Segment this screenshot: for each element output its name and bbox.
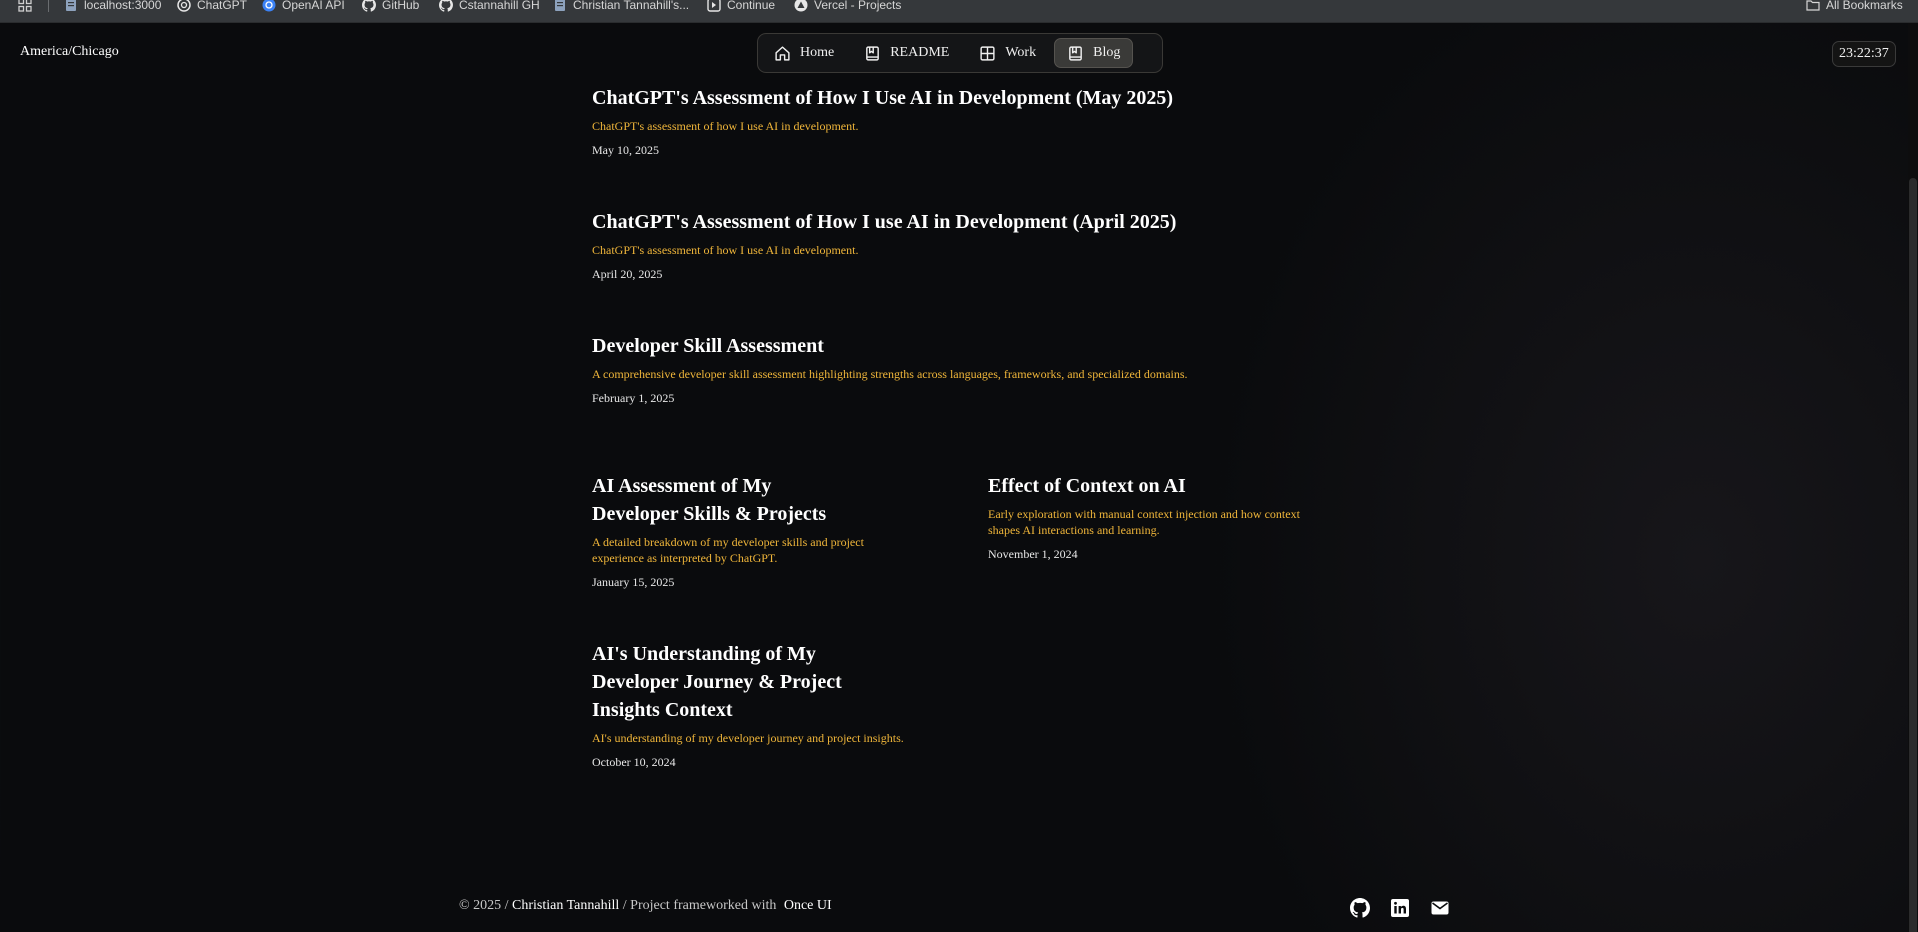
github-icon <box>439 0 453 12</box>
blog-post-card[interactable]: AI's Understanding of My Developer Journ… <box>592 640 912 770</box>
bookmark-label: GitHub <box>382 0 420 12</box>
blog-post-card[interactable]: Effect of Context on AI Early exploratio… <box>988 472 1308 562</box>
page-icon <box>64 0 78 12</box>
post-description: ChatGPT's assessment of how I use AI in … <box>592 243 859 257</box>
post-title[interactable]: AI's Understanding of My Developer Journ… <box>592 640 842 724</box>
bookmarks-divider <box>48 0 49 12</box>
footer-middle-text: / Project frameworked with <box>622 898 777 913</box>
main-nav: Home README Work Blog <box>757 33 1163 73</box>
scrollbar-thumb[interactable] <box>1909 178 1917 932</box>
github-icon[interactable] <box>1349 897 1371 919</box>
book-icon <box>866 45 880 61</box>
nav-label: Home <box>800 45 835 60</box>
post-description: A comprehensive developer skill assessme… <box>592 367 1188 381</box>
bookmark-label: Vercel - Projects <box>814 0 902 12</box>
timezone-label: America/Chicago <box>20 44 119 59</box>
openai-icon <box>262 0 276 12</box>
post-date: October 10, 2024 <box>592 755 676 769</box>
bookmark-label: Christian Tannahill's... <box>573 0 690 12</box>
linkedin-icon[interactable] <box>1389 897 1411 919</box>
bookmark-vercel[interactable]: Vercel - Projects <box>794 0 901 12</box>
footer-framework-link[interactable]: Once UI <box>784 898 832 913</box>
post-title[interactable]: Effect of Context on AI <box>988 472 1308 500</box>
post-date: January 15, 2025 <box>592 575 675 589</box>
post-description: ChatGPT's assessment of how I use AI in … <box>592 119 859 133</box>
nav-item-home[interactable]: Home <box>762 38 846 68</box>
post-title[interactable]: ChatGPT's Assessment of How I Use AI in … <box>592 84 1352 112</box>
home-icon <box>775 45 790 61</box>
vercel-icon <box>794 0 808 12</box>
apps-grid-icon[interactable] <box>18 0 32 12</box>
post-title[interactable]: ChatGPT's Assessment of How I use AI in … <box>592 208 1352 236</box>
bookmarks-bar: localhost:3000 ChatGPT OpenAI API GitHub… <box>0 0 1918 23</box>
footer-copyright: © 2025 / <box>459 898 509 913</box>
bookmark-label: Continue <box>727 0 776 12</box>
post-title[interactable]: AI Assessment of My Developer Skills & P… <box>592 472 862 528</box>
post-description: A detailed breakdown of my developer ski… <box>592 535 864 565</box>
continue-icon <box>707 0 721 12</box>
book-icon <box>1069 45 1082 61</box>
blog-post-card[interactable]: AI Assessment of My Developer Skills & P… <box>592 472 912 590</box>
scrollbar-track[interactable] <box>1908 23 1918 932</box>
bookmark-openai-api[interactable]: OpenAI API <box>262 0 345 12</box>
post-description: AI's understanding of my developer journ… <box>592 731 904 745</box>
bookmark-label: Cstannahill GH <box>459 0 540 12</box>
all-bookmarks-label: All Bookmarks <box>1826 0 1903 12</box>
email-icon[interactable] <box>1429 897 1451 919</box>
footer-author: Christian Tannahill <box>512 898 620 913</box>
post-title[interactable]: Developer Skill Assessment <box>592 332 1352 360</box>
blog-post-card[interactable]: ChatGPT's Assessment of How I Use AI in … <box>592 84 1352 158</box>
bookmark-chatgpt[interactable]: ChatGPT <box>177 0 247 12</box>
post-date: April 20, 2025 <box>592 267 663 281</box>
bookmark-label: OpenAI API <box>282 0 345 12</box>
bookmark-github[interactable]: GitHub <box>362 0 419 12</box>
github-icon <box>362 0 376 12</box>
page-icon <box>553 0 567 12</box>
bookmark-label: ChatGPT <box>197 0 248 12</box>
grid-icon <box>980 45 995 61</box>
post-date: May 10, 2025 <box>592 143 659 157</box>
post-date: November 1, 2024 <box>988 547 1078 561</box>
nav-item-blog[interactable]: Blog <box>1054 38 1134 68</box>
footer-credits: © 2025 / Christian Tannahill / Project f… <box>459 898 832 914</box>
nav-item-work[interactable]: Work <box>967 38 1048 68</box>
bookmark-label: localhost:3000 <box>84 0 162 12</box>
bookmark-continue[interactable]: Continue <box>707 0 775 12</box>
bookmark-christian-tannahill[interactable]: Christian Tannahill's... <box>553 0 689 12</box>
clock: 23:22:37 <box>1832 41 1896 67</box>
nav-label: README <box>890 45 950 60</box>
blog-post-card[interactable]: Developer Skill Assessment A comprehensi… <box>592 332 1352 406</box>
nav-label: Blog <box>1093 45 1121 60</box>
openai-icon <box>177 0 191 12</box>
post-description: Early exploration with manual context in… <box>988 507 1300 537</box>
bookmark-localhost[interactable]: localhost:3000 <box>64 0 161 12</box>
blog-post-card[interactable]: ChatGPT's Assessment of How I use AI in … <box>592 208 1352 282</box>
nav-label: Work <box>1005 45 1037 60</box>
bookmark-cstannahill-gh[interactable]: Cstannahill GH <box>439 0 540 12</box>
folder-icon <box>1806 0 1820 12</box>
nav-item-readme[interactable]: README <box>852 38 961 68</box>
post-date: February 1, 2025 <box>592 391 675 405</box>
all-bookmarks[interactable]: All Bookmarks <box>1806 0 1903 12</box>
